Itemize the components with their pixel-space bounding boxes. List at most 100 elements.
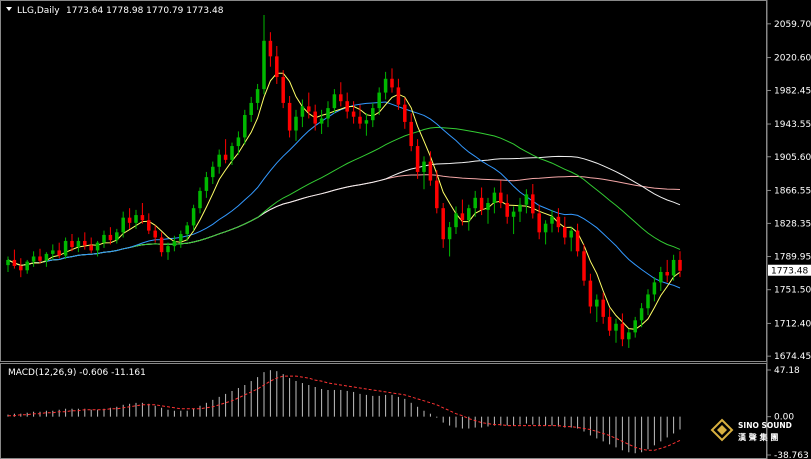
candle-body xyxy=(255,89,260,103)
candle-body xyxy=(262,40,266,90)
candle-body xyxy=(294,116,298,131)
candle-body xyxy=(6,259,10,266)
candle-body xyxy=(287,102,292,131)
candle-body xyxy=(115,232,119,241)
price-tick-label: 1712.40 xyxy=(774,319,811,329)
candle-body xyxy=(102,234,106,243)
candle-body xyxy=(441,208,445,240)
candle-body xyxy=(601,299,605,317)
candle-body xyxy=(198,190,202,209)
price-tick-label: 1982.45 xyxy=(774,86,811,96)
candle-body xyxy=(12,259,17,266)
candle-body xyxy=(390,78,394,88)
candle-body xyxy=(588,280,593,307)
candle-body xyxy=(531,194,535,214)
candle-body xyxy=(607,316,612,331)
candle-body xyxy=(249,102,253,116)
candle-body xyxy=(313,111,317,124)
logo-name: SINO SOUND xyxy=(738,421,792,430)
price-axis: 2059.70 2020.60 1982.45 1943.55 1905.60 1866.… xyxy=(767,20,811,362)
candle-body xyxy=(268,40,273,57)
candle-body xyxy=(44,253,49,261)
candle-body xyxy=(127,217,132,223)
candle-body xyxy=(179,234,183,241)
chart-header: LLG,Daily 1773.64 1778.98 1770.79 1773.4… xyxy=(6,6,224,16)
candle-body xyxy=(204,177,209,191)
candle-body xyxy=(166,246,170,253)
candle-body xyxy=(31,256,36,262)
candle-body xyxy=(63,240,68,256)
candle-body xyxy=(511,211,516,217)
candle-body xyxy=(172,240,177,247)
candle-body xyxy=(454,213,458,228)
candle-body xyxy=(639,308,644,321)
price-tick-label: 1943.55 xyxy=(774,120,811,130)
candle-body xyxy=(57,250,61,256)
candle-body xyxy=(595,299,599,307)
candle-body xyxy=(243,115,247,138)
candle-body xyxy=(153,230,157,238)
price-tick-label: 1674.45 xyxy=(774,352,811,362)
symbol-label: LLG,Daily xyxy=(17,6,60,16)
candle-body xyxy=(185,225,189,235)
candle-body xyxy=(191,208,196,226)
price-tick-label: 1789.95 xyxy=(774,253,811,263)
candle-body xyxy=(428,161,433,181)
candle-body xyxy=(70,240,74,247)
candle-body xyxy=(396,87,401,105)
trading-chart[interactable]: 2059.70 2020.60 1982.45 1943.55 1905.60 1866.… xyxy=(0,0,811,459)
candle-body xyxy=(332,94,337,109)
ohlc-values: 1773.64 1778.98 1770.79 1773.48 xyxy=(66,6,224,16)
candle-body xyxy=(339,94,343,102)
current-price-marker: 1773.48 xyxy=(768,264,811,277)
macd-label: MACD(12,26,9) -0.606 -11.161 xyxy=(8,368,146,378)
price-tick-label: 2020.60 xyxy=(774,54,811,64)
candle-body xyxy=(620,323,625,340)
candle-body xyxy=(230,146,234,160)
logo-chinese: 漢 聲 集 團 xyxy=(738,432,778,442)
price-tick-label: 1905.60 xyxy=(774,153,811,163)
candle-body xyxy=(518,204,522,212)
price-tick-label: 1751.50 xyxy=(774,286,811,296)
candle-body xyxy=(467,208,471,221)
candle-body xyxy=(217,154,221,167)
candle-body xyxy=(38,256,42,261)
candle-body xyxy=(569,230,573,238)
candle-body xyxy=(223,154,228,160)
candle-body xyxy=(659,272,663,283)
candle-body xyxy=(300,106,305,117)
candle-body xyxy=(19,265,23,271)
candle-body xyxy=(89,245,93,251)
candle-body xyxy=(108,234,113,241)
candle-body xyxy=(473,197,477,209)
candle-body xyxy=(275,56,279,78)
candle-body xyxy=(134,215,138,223)
candle-body xyxy=(563,227,567,238)
candle-body xyxy=(575,230,580,252)
candle-body xyxy=(671,259,676,276)
candle-body xyxy=(140,215,145,221)
candle-body xyxy=(307,106,311,112)
candle-body xyxy=(403,104,407,122)
candle-body xyxy=(364,120,369,124)
candle-body xyxy=(492,192,497,203)
candle-body xyxy=(415,146,420,172)
price-tick-label: 1828.35 xyxy=(774,219,811,229)
candle-body xyxy=(326,108,330,119)
candle-body xyxy=(76,240,81,247)
current-price-label: 1773.48 xyxy=(771,267,808,277)
candle-body xyxy=(460,213,465,221)
price-panel[interactable] xyxy=(0,0,767,362)
candle-body xyxy=(236,137,241,147)
candle-body xyxy=(121,217,125,233)
candle-body xyxy=(678,259,682,271)
candle-body xyxy=(537,213,541,233)
candle-body xyxy=(383,78,388,93)
candle-body xyxy=(377,92,381,109)
candle-body xyxy=(435,180,439,209)
candle-body xyxy=(358,116,362,124)
price-tick-label: 1866.55 xyxy=(774,186,811,196)
candle-body xyxy=(281,77,285,103)
candle-body xyxy=(211,166,215,178)
candle-body xyxy=(147,220,151,231)
